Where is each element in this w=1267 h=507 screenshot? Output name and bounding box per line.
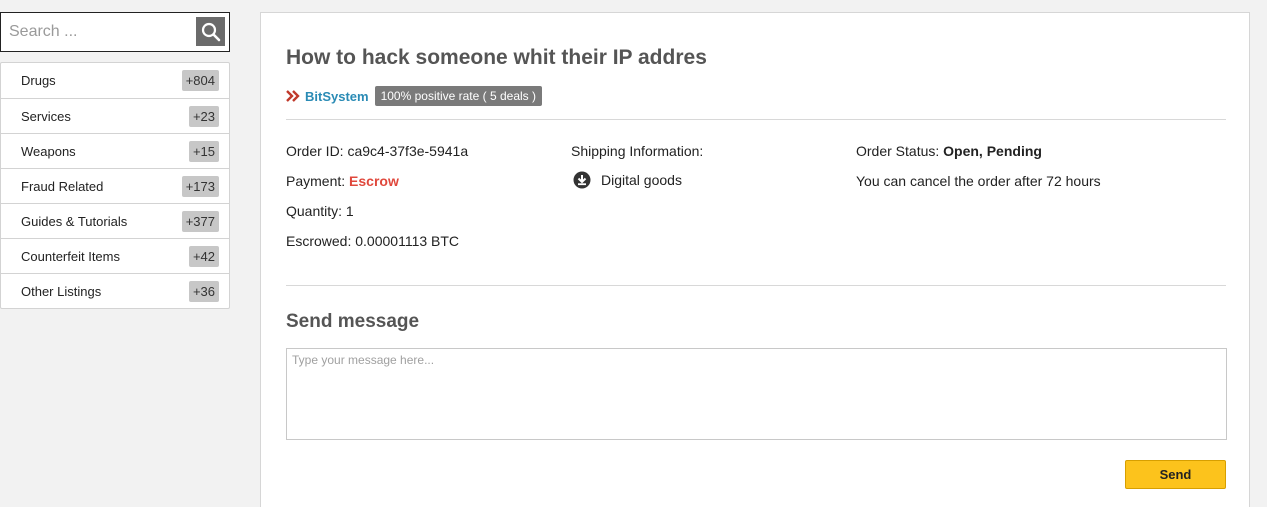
divider bbox=[286, 285, 1226, 286]
order-id-line: Order ID: ca9c4-37f3e-5941a bbox=[286, 143, 468, 159]
category-label: Weapons bbox=[21, 143, 76, 159]
category-label: Guides & Tutorials bbox=[21, 213, 128, 229]
shipping-label: Shipping Information: bbox=[571, 143, 704, 159]
search-icon bbox=[201, 22, 220, 41]
category-item-services[interactable]: Services +23 bbox=[1, 98, 229, 133]
category-count-badge: +377 bbox=[181, 210, 219, 232]
order-id-value: ca9c4-37f3e-5941a bbox=[347, 143, 469, 159]
send-message-heading: Send message bbox=[286, 311, 420, 332]
send-button[interactable]: Send bbox=[1125, 460, 1226, 489]
escrowed-value: 0.00001113 BTC bbox=[355, 233, 460, 249]
category-count-badge: +804 bbox=[181, 70, 219, 91]
quantity-line: Quantity: 1 bbox=[286, 203, 354, 219]
vendor-row: BitSystem 100% positive rate ( 5 deals ) bbox=[286, 86, 542, 106]
search-button[interactable] bbox=[196, 17, 225, 46]
payment-line: Payment: Escrow bbox=[286, 173, 399, 189]
category-item-guides-tutorials[interactable]: Guides & Tutorials +377 bbox=[1, 203, 229, 238]
category-list: Drugs +804 Services +23 Weapons +15 Frau… bbox=[0, 62, 230, 309]
order-title: How to hack someone whit their IP addres bbox=[286, 46, 707, 69]
order-status-line: Order Status: Open, Pending bbox=[856, 143, 1042, 159]
category-item-weapons[interactable]: Weapons +15 bbox=[1, 133, 229, 168]
vendor-name-link[interactable]: BitSystem bbox=[305, 89, 369, 104]
search-input[interactable] bbox=[1, 13, 191, 51]
quantity-label: Quantity: bbox=[286, 203, 343, 219]
escrowed-line: Escrowed: 0.00001113 BTC bbox=[286, 233, 459, 249]
category-count-badge: +42 bbox=[188, 245, 219, 267]
sidebar: Drugs +804 Services +23 Weapons +15 Frau… bbox=[0, 12, 230, 309]
category-count-badge: +173 bbox=[181, 175, 219, 197]
category-label: Fraud Related bbox=[21, 178, 104, 194]
category-item-counterfeit-items[interactable]: Counterfeit Items +42 bbox=[1, 238, 229, 273]
category-count-badge: +36 bbox=[188, 280, 219, 302]
vendor-rating-badge: 100% positive rate ( 5 deals ) bbox=[374, 86, 542, 106]
category-label: Counterfeit Items bbox=[21, 248, 120, 264]
category-count-badge: +15 bbox=[188, 140, 219, 162]
payment-value: Escrow bbox=[349, 173, 399, 189]
category-label: Other Listings bbox=[21, 283, 102, 299]
category-item-other-listings[interactable]: Other Listings +36 bbox=[1, 273, 229, 308]
order-panel: How to hack someone whit their IP addres… bbox=[260, 12, 1250, 507]
quantity-value: 1 bbox=[345, 203, 354, 219]
category-count-badge: +23 bbox=[188, 105, 219, 127]
payment-label: Payment: bbox=[286, 173, 346, 189]
category-label: Services bbox=[21, 108, 71, 124]
divider bbox=[286, 119, 1226, 120]
message-textarea[interactable] bbox=[286, 348, 1227, 440]
download-icon bbox=[573, 171, 591, 189]
category-item-fraud-related[interactable]: Fraud Related +173 bbox=[1, 168, 229, 203]
category-label: Drugs bbox=[21, 73, 56, 88]
escrowed-label: Escrowed: bbox=[286, 233, 352, 249]
category-item-drugs[interactable]: Drugs +804 bbox=[1, 63, 229, 98]
cancel-note: You can cancel the order after 72 hours bbox=[856, 173, 1101, 189]
double-chevron-right-icon bbox=[286, 90, 300, 102]
shipping-value: Digital goods bbox=[601, 172, 682, 188]
order-id-label: Order ID: bbox=[286, 143, 344, 159]
order-status-label: Order Status: bbox=[856, 143, 940, 159]
order-status-value: Open, Pending bbox=[943, 143, 1042, 159]
shipping-item: Digital goods bbox=[573, 171, 682, 189]
search-box bbox=[0, 12, 230, 52]
